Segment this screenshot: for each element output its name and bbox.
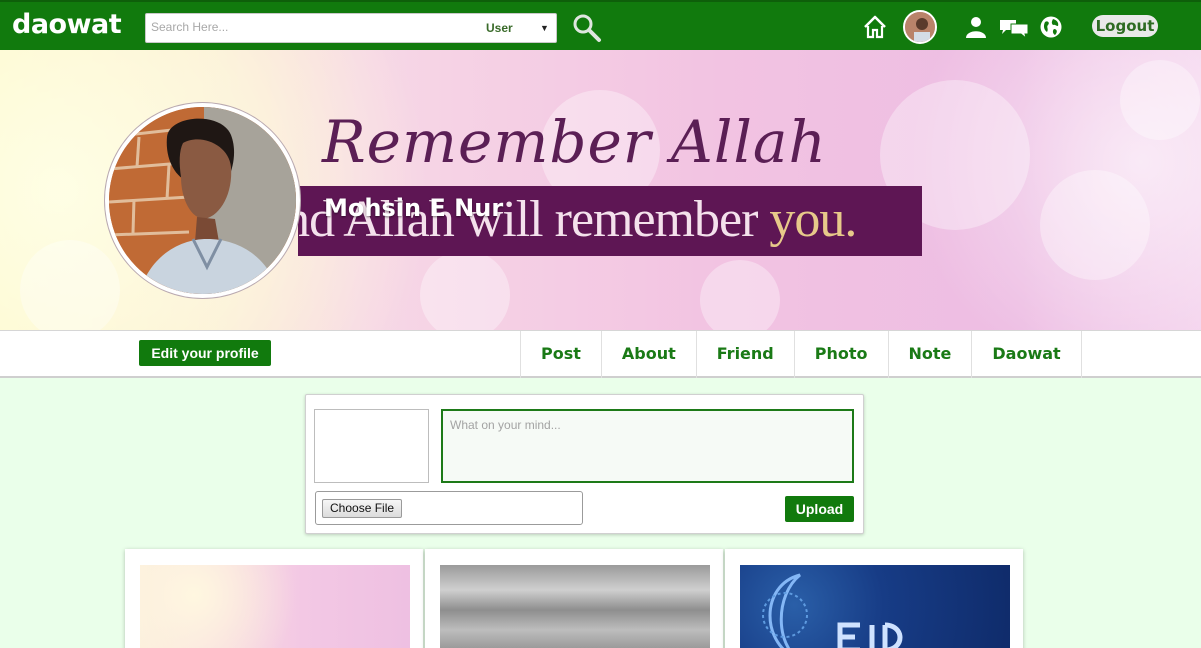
post-composer: Choose File Upload	[305, 394, 864, 534]
tab-daowat[interactable]: Daowat	[972, 331, 1082, 378]
choose-file-button[interactable]: Choose File	[322, 499, 403, 518]
logout-button[interactable]: Logout	[1092, 15, 1158, 37]
profile-name: Mohsin E Nur	[324, 194, 504, 222]
top-bar: daowat User ▼ Logout	[0, 0, 1201, 50]
file-input[interactable]: Choose File	[315, 491, 583, 525]
cover-photo: Remember Allah and Allah will remember y…	[0, 50, 1201, 330]
photo-card[interactable]	[425, 549, 723, 648]
profile-nav-bar: Edit your profile Post About Friend Phot…	[0, 330, 1201, 378]
chevron-down-icon[interactable]: ▼	[540, 23, 549, 33]
tab-about[interactable]: About	[602, 331, 697, 378]
tab-note[interactable]: Note	[889, 331, 973, 378]
photo-card[interactable]	[125, 549, 423, 648]
search-input[interactable]	[151, 20, 471, 34]
tab-post[interactable]: Post	[521, 331, 602, 378]
photo-thumbnail[interactable]	[440, 565, 710, 648]
search-bar: User ▼	[145, 13, 557, 43]
user-icon[interactable]	[963, 14, 989, 40]
tab-photo[interactable]: Photo	[795, 331, 889, 378]
cover-headline: Remember Allah	[322, 108, 827, 176]
image-preview	[314, 409, 429, 483]
search-type-select[interactable]: User	[486, 21, 513, 35]
edit-profile-button[interactable]: Edit your profile	[139, 340, 271, 366]
cover-subline-accent: you.	[769, 191, 857, 248]
photo-card[interactable]	[725, 549, 1023, 648]
globe-icon[interactable]	[1038, 14, 1064, 40]
search-icon[interactable]	[572, 13, 602, 43]
profile-picture[interactable]	[105, 103, 300, 298]
profile-tabs: Post About Friend Photo Note Daowat	[520, 331, 1082, 378]
photo-thumbnail[interactable]	[740, 565, 1010, 648]
upload-button[interactable]: Upload	[785, 496, 854, 522]
site-logo[interactable]: daowat	[12, 9, 122, 40]
profile-avatar[interactable]	[903, 10, 937, 44]
post-textarea[interactable]	[441, 409, 854, 483]
photo-thumbnail[interactable]	[140, 565, 410, 648]
tab-friend[interactable]: Friend	[697, 331, 795, 378]
home-icon[interactable]	[862, 14, 888, 40]
messages-icon[interactable]	[998, 14, 1030, 40]
